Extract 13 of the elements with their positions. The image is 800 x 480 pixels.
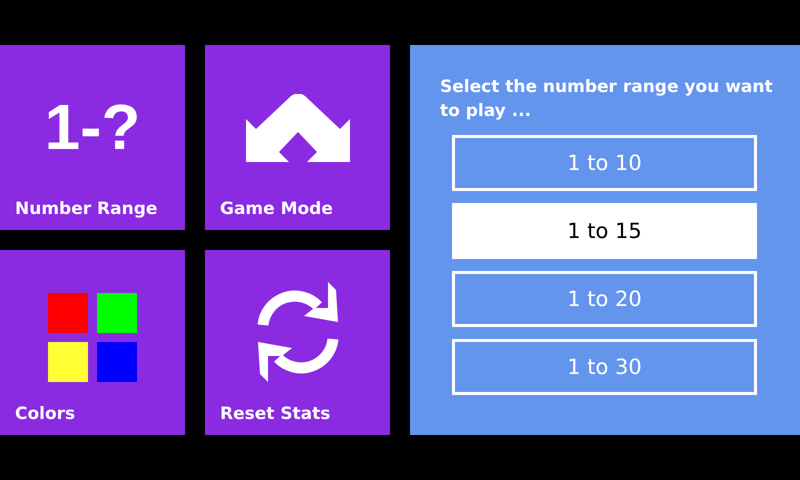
double-arrow-icon (246, 94, 350, 162)
menu-tile[interactable]: Colors (0, 250, 185, 435)
menu-tile[interactable]: Reset Stats (205, 250, 390, 435)
tile-label: Game Mode (220, 199, 334, 219)
range-option[interactable]: 1 to 15 (452, 203, 757, 259)
menu-tile[interactable]: 1-? Number Range (0, 45, 185, 230)
tile-label: Reset Stats (220, 404, 332, 424)
refresh-icon (256, 282, 340, 382)
menu-tile[interactable]: Game Mode (205, 45, 390, 230)
tile-glyph: 1-? (44, 95, 140, 159)
tile-label: Colors (15, 404, 76, 424)
tile-label: Number Range (15, 199, 158, 219)
panel-prompt: Select the number range you want to play ... (440, 76, 774, 123)
